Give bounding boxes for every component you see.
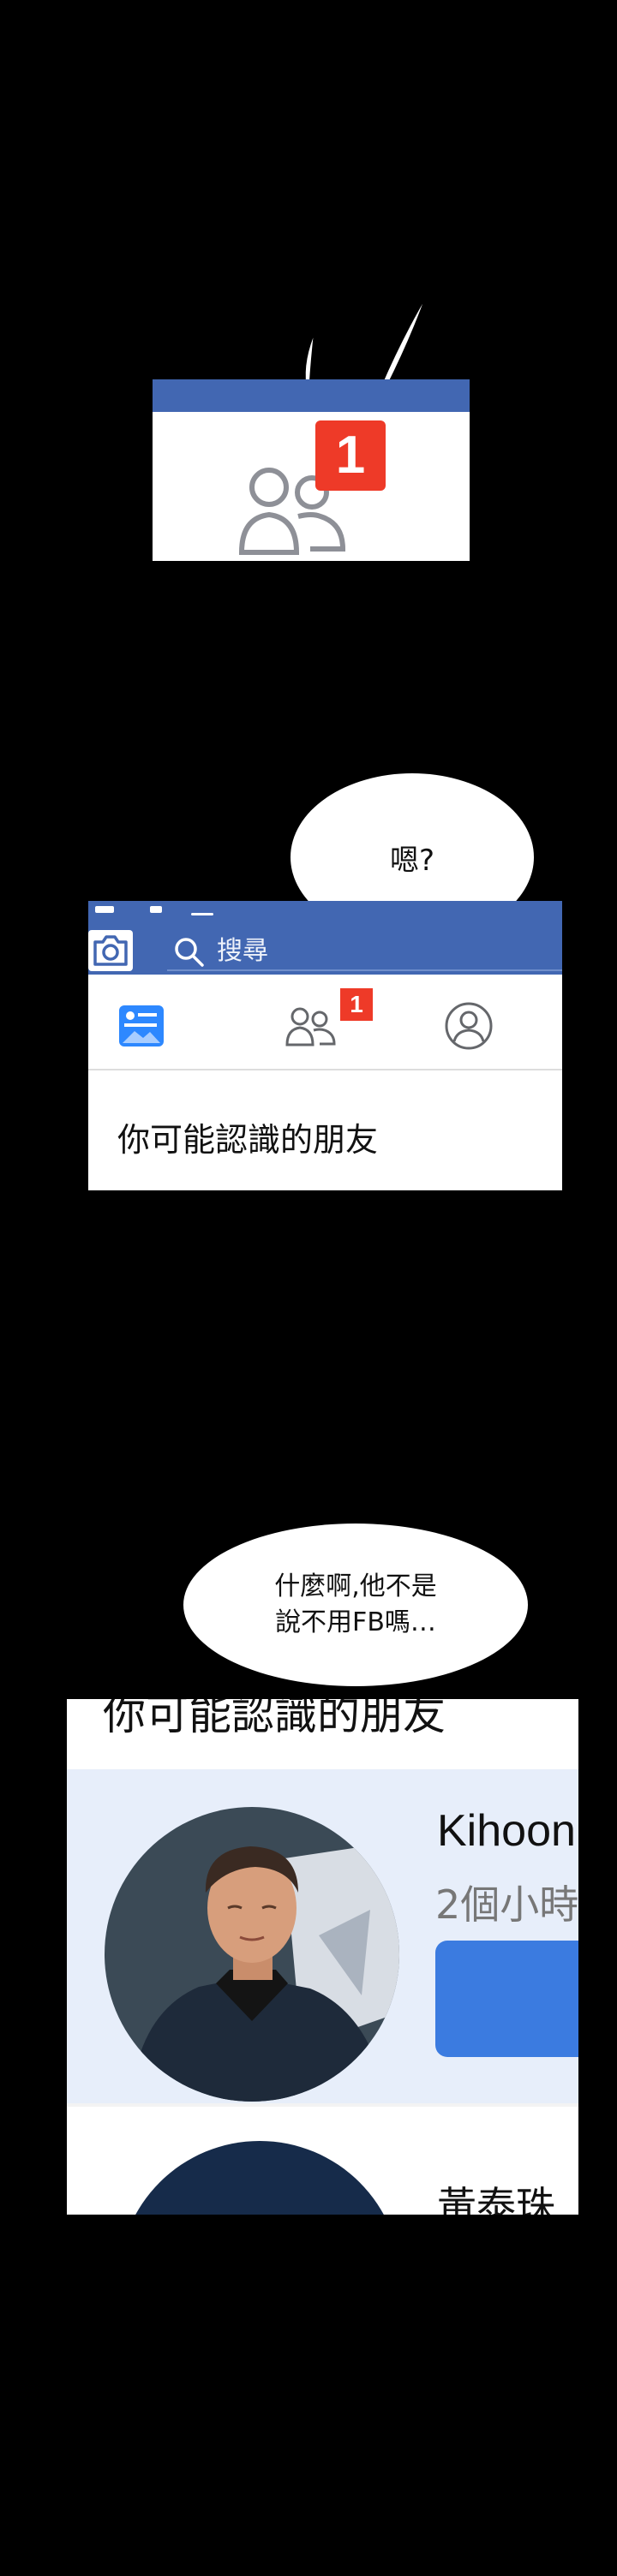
- top-bar: [153, 379, 470, 412]
- search-icon: [175, 938, 204, 967]
- status-icon: [95, 906, 114, 913]
- tab-bar: 1: [88, 975, 562, 1070]
- suggestion-name[interactable]: Kihoon: [437, 1805, 576, 1857]
- status-bar: [88, 901, 562, 918]
- motion-lines: [303, 290, 430, 390]
- status-icon: [150, 906, 162, 913]
- speech-text: 嗯?: [389, 843, 435, 878]
- speech-text-line: 什麼啊,他不是: [274, 1571, 437, 1601]
- section-title: 你可能認識的朋友: [117, 1121, 379, 1159]
- avatar[interactable]: [105, 1807, 399, 2102]
- camera-button[interactable]: [88, 930, 133, 971]
- profile-icon: [445, 1002, 493, 1050]
- suggestion-name[interactable]: 黃泰珠: [437, 2175, 555, 2215]
- news-feed-icon: [119, 1005, 164, 1046]
- avatar[interactable]: [118, 2141, 401, 2215]
- suggestion-time: 2個小時: [435, 1881, 578, 1928]
- speech-bubble: 什麼啊,他不是 說不用FB嗎…: [181, 1521, 530, 1689]
- tab-friend-requests[interactable]: 1: [268, 975, 373, 1069]
- tab-news-feed[interactable]: [105, 975, 208, 1069]
- section-title: 你可能認識的朋友: [103, 1699, 446, 1739]
- search-field[interactable]: [167, 932, 562, 971]
- notification-badge: 1: [340, 988, 373, 1021]
- search-bar: [88, 918, 562, 975]
- camera-icon: [93, 935, 128, 966]
- status-icon: [191, 913, 213, 915]
- search-input[interactable]: [215, 933, 544, 968]
- facebook-app-screen: 1 你可能認識的朋友: [88, 901, 562, 1190]
- speech-text-line: 說不用FB嗎…: [275, 1607, 436, 1637]
- tab-profile[interactable]: [431, 975, 534, 1069]
- people-you-may-know-list: 你可能認識的朋友 Kihoon 2個小時 黃泰珠: [67, 1699, 578, 2215]
- notification-badge: 1: [315, 420, 386, 491]
- suggestion-card[interactable]: Kihoon 2個小時: [67, 1769, 578, 2103]
- friend-request-closeup: 1: [153, 379, 470, 561]
- friends-icon: [285, 1007, 336, 1046]
- confirm-button[interactable]: [435, 1941, 578, 2057]
- avatar-portrait: [105, 1807, 399, 2102]
- divider: [67, 2103, 578, 2107]
